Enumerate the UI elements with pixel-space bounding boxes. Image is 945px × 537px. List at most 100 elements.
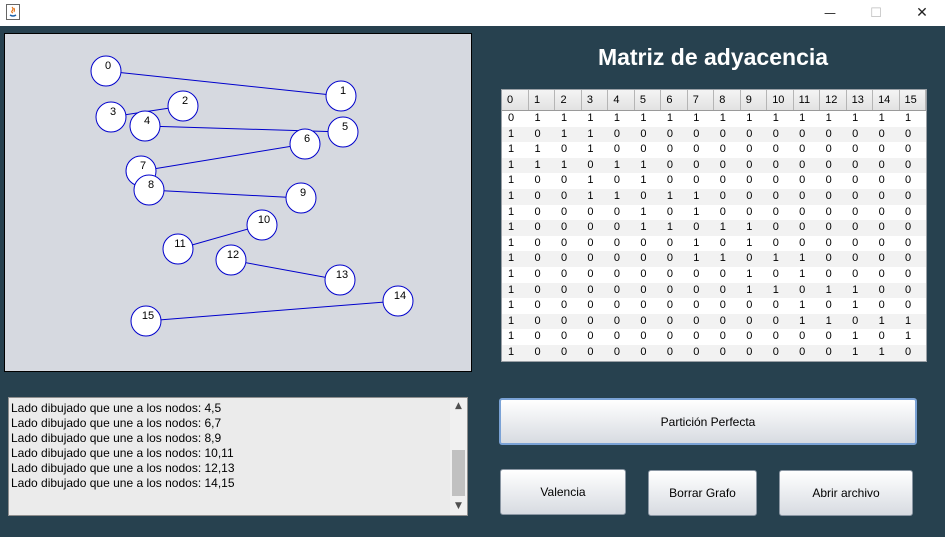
graph-node[interactable]: 10 [246, 209, 278, 241]
matrix-cell[interactable]: 0 [740, 313, 767, 330]
matrix-cell[interactable]: 0 [820, 329, 846, 345]
matrix-cell[interactable]: 0 [661, 205, 687, 221]
matrix-cell[interactable]: 0 [767, 205, 793, 221]
matrix-cell[interactable]: 0 [820, 142, 846, 158]
graph-node[interactable]: 6 [289, 128, 321, 160]
minimize-button[interactable]: — [807, 0, 853, 26]
matrix-cell[interactable]: 0 [607, 344, 635, 361]
matrix-cell[interactable]: 0 [766, 157, 794, 174]
matrix-header-cell[interactable]: 1 [528, 90, 556, 111]
matrix-cell[interactable]: 1 [846, 111, 872, 127]
matrix-cell[interactable]: 1 [634, 173, 660, 189]
matrix-row[interactable]: 1000011011000000 [502, 220, 926, 236]
matrix-cell[interactable]: 0 [820, 298, 846, 314]
matrix-cell[interactable]: 0 [687, 220, 714, 236]
matrix-cell[interactable]: 0 [872, 251, 900, 267]
matrix-cell[interactable]: 0 [899, 282, 926, 299]
graph-node[interactable]: 13 [324, 264, 356, 296]
matrix-cell[interactable]: 1 [502, 236, 528, 252]
matrix-cell[interactable]: 0 [846, 157, 873, 174]
matrix-cell[interactable]: 0 [793, 157, 820, 174]
matrix-cell[interactable]: 1 [660, 188, 688, 205]
matrix-cell[interactable]: 1 [793, 267, 819, 283]
matrix-cell[interactable]: 0 [899, 173, 925, 189]
matrix-cell[interactable]: 0 [819, 220, 847, 236]
matrix-cell[interactable]: 1 [793, 111, 819, 127]
matrix-cell[interactable]: 0 [714, 267, 740, 283]
matrix-cell[interactable]: 0 [687, 267, 713, 283]
matrix-cell[interactable]: 0 [634, 344, 661, 361]
matrix-cell[interactable]: 0 [607, 282, 635, 299]
matrix-cell[interactable]: 0 [714, 142, 740, 158]
matrix-cell[interactable]: 0 [554, 313, 582, 330]
matrix-cell[interactable]: 0 [661, 142, 687, 158]
valencia-button[interactable]: Valencia [500, 469, 626, 515]
matrix-header-cell[interactable]: 5 [634, 90, 662, 111]
matrix-cell[interactable]: 0 [634, 188, 661, 205]
matrix-cell[interactable]: 0 [740, 173, 766, 189]
matrix-cell[interactable]: 1 [846, 298, 872, 314]
matrix-cell[interactable]: 1 [502, 220, 529, 236]
matrix-cell[interactable]: 0 [899, 205, 925, 221]
graph-node[interactable]: 15 [130, 305, 162, 337]
matrix-cell[interactable]: 0 [766, 126, 794, 143]
matrix-cell[interactable]: 0 [528, 236, 554, 252]
graph-node[interactable]: 11 [162, 233, 194, 265]
maximize-button[interactable]: ☐ [853, 0, 899, 26]
matrix-cell[interactable]: 0 [714, 173, 740, 189]
matrix-cell[interactable]: 0 [820, 205, 846, 221]
matrix-row[interactable]: 1000000000000101 [502, 329, 926, 345]
matrix-cell[interactable]: 1 [502, 142, 528, 158]
matrix-row[interactable]: 1110110000000000 [502, 157, 926, 174]
matrix-cell[interactable]: 0 [581, 220, 608, 236]
close-button[interactable]: ✕ [899, 0, 945, 26]
matrix-header-cell[interactable]: 14 [872, 90, 900, 111]
matrix-header-cell[interactable]: 10 [766, 90, 794, 111]
graph-node[interactable]: 5 [327, 116, 359, 148]
matrix-cell[interactable]: 0 [766, 188, 794, 205]
matrix-cell[interactable]: 0 [740, 251, 767, 267]
matrix-cell[interactable]: 0 [846, 313, 873, 330]
matrix-cell[interactable]: 0 [555, 205, 581, 221]
matrix-cell[interactable]: 1 [502, 298, 528, 314]
matrix-row[interactable]: 1000000101000000 [502, 236, 926, 252]
matrix-cell[interactable]: 1 [634, 157, 661, 174]
matrix-cell[interactable]: 0 [661, 173, 687, 189]
matrix-cell[interactable]: 0 [634, 236, 660, 252]
matrix-cell[interactable]: 1 [660, 220, 688, 236]
matrix-cell[interactable]: 0 [661, 298, 687, 314]
matrix-cell[interactable]: 0 [872, 220, 900, 236]
matrix-row[interactable]: 1000000000011011 [502, 313, 926, 330]
matrix-header-cell[interactable]: 7 [687, 90, 715, 111]
matrix-cell[interactable]: 0 [793, 173, 819, 189]
matrix-cell[interactable]: 0 [634, 298, 660, 314]
matrix-cell[interactable]: 0 [873, 267, 899, 283]
matrix-cell[interactable]: 0 [820, 173, 846, 189]
matrix-cell[interactable]: 1 [528, 157, 555, 174]
matrix-cell[interactable]: 1 [581, 142, 607, 158]
matrix-header-cell[interactable]: 13 [846, 90, 874, 111]
matrix-cell[interactable]: 0 [793, 329, 819, 345]
matrix-row[interactable]: 1011000000000000 [502, 126, 926, 143]
matrix-cell[interactable]: 0 [899, 157, 926, 174]
matrix-row[interactable]: 1001101100000000 [502, 188, 926, 205]
matrix-cell[interactable]: 0 [872, 282, 900, 299]
matrix-row[interactable]: 1000000000000110 [502, 344, 926, 361]
matrix-cell[interactable]: 0 [608, 142, 634, 158]
matrix-cell[interactable]: 1 [554, 157, 582, 174]
matrix-cell[interactable]: 1 [713, 251, 741, 267]
matrix-cell[interactable]: 1 [740, 282, 767, 299]
matrix-row[interactable]: 1000000001010000 [502, 267, 926, 283]
matrix-cell[interactable]: 0 [554, 188, 582, 205]
matrix-cell[interactable]: 1 [554, 126, 582, 143]
matrix-cell[interactable]: 1 [634, 111, 660, 127]
matrix-cell[interactable]: 0 [820, 236, 846, 252]
matrix-cell[interactable]: 0 [767, 298, 793, 314]
adjacency-matrix-table[interactable]: 0 1 2 3 4 5 6 7 8 9 10 11 12 13 14 15 01111111111111111… [501, 89, 927, 362]
matrix-cell[interactable]: 0 [528, 220, 555, 236]
matrix-header-cell[interactable]: 9 [740, 90, 768, 111]
graph-node[interactable]: 9 [285, 182, 317, 214]
matrix-cell[interactable]: 0 [846, 173, 872, 189]
matrix-cell[interactable]: 0 [899, 126, 926, 143]
matrix-cell[interactable]: 0 [714, 329, 740, 345]
